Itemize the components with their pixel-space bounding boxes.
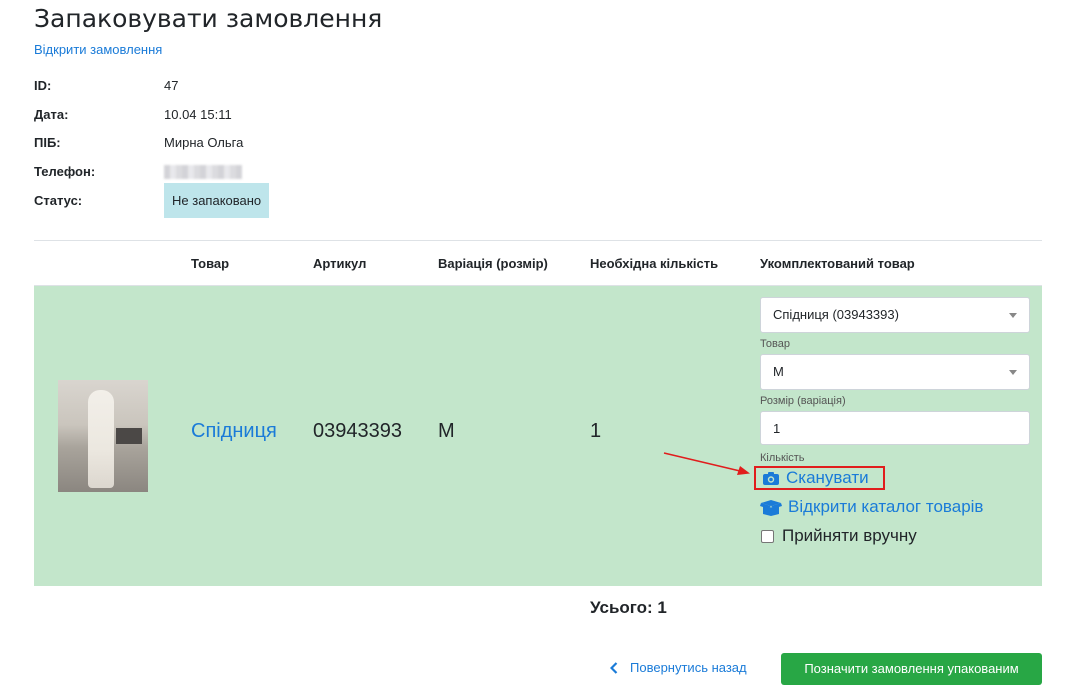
- chevron-left-icon: [610, 661, 618, 674]
- order-items-table: Товар Артикул Варіація (розмір) Необхідн…: [34, 240, 1042, 586]
- status-row: Статус: Не запаковано: [34, 183, 270, 218]
- header-product: Товар: [191, 256, 230, 271]
- variation-value: M: [438, 420, 455, 442]
- caret-down-icon: [1009, 370, 1017, 375]
- sku-value: 03943393: [313, 420, 402, 442]
- table-row: Спідниця 03943393 M 1 Спідниця (03943393…: [34, 286, 1042, 586]
- order-date-value: 10.04 15:11: [164, 107, 232, 122]
- customer-name-row: ПІБ: Мирна Ольга: [34, 135, 243, 150]
- product-name-link[interactable]: Спідниця: [191, 420, 277, 443]
- accept-manually-checkbox[interactable]: [761, 529, 774, 543]
- required-qty-value: 1: [590, 420, 602, 442]
- size-select-value: M: [773, 364, 784, 379]
- back-label: Повернутись назад: [630, 660, 747, 675]
- phone-row: Телефон:: [34, 164, 242, 179]
- header-packed-item: Укомплектований товар: [760, 256, 915, 271]
- total-quantity: Усього: 1: [590, 598, 667, 617]
- product-select-value: Спідниця (03943393): [773, 307, 899, 322]
- open-order-link[interactable]: Відкрити замовлення: [34, 42, 162, 57]
- caret-down-icon: [1009, 313, 1017, 318]
- order-date-label: Дата:: [34, 107, 69, 122]
- customer-name-value: Мирна Ольга: [164, 135, 244, 150]
- order-id-label: ID:: [34, 78, 52, 93]
- header-required-qty: Необхідна кількість: [590, 256, 719, 271]
- product-figure: [88, 390, 114, 488]
- order-id-value: 47: [164, 78, 179, 93]
- accept-manually-label: Прийняти вручну: [782, 526, 917, 545]
- phone-value-redacted: [164, 164, 242, 179]
- product-thumbnail: [58, 380, 148, 492]
- scan-label: Сканувати: [786, 468, 869, 487]
- product-background-chair: [116, 428, 142, 444]
- accept-manually-row[interactable]: Прийняти вручну: [761, 526, 917, 546]
- quantity-input[interactable]: 1: [760, 411, 1030, 445]
- header-sku: Артикул: [313, 256, 367, 271]
- mark-packed-button[interactable]: Позначити замовлення упакованим: [781, 653, 1042, 685]
- order-date-row: Дата: 10.04 15:11: [34, 107, 232, 122]
- size-select-caption: Розмір (варіація): [760, 395, 846, 407]
- camera-icon: [763, 471, 779, 485]
- table-header: Товар Артикул Варіація (розмір) Необхідн…: [34, 241, 1042, 286]
- quantity-caption: Кількість: [760, 452, 805, 464]
- open-catalog-button[interactable]: Відкрити каталог товарів: [760, 497, 983, 517]
- phone-label: Телефон:: [34, 164, 96, 179]
- quantity-input-value: 1: [773, 421, 781, 436]
- customer-name-label: ПІБ:: [34, 135, 61, 150]
- product-select-caption: Товар: [760, 338, 790, 350]
- order-id-row: ID: 47: [34, 78, 178, 93]
- status-badge: Не запаковано: [164, 183, 270, 218]
- scan-button[interactable]: Сканувати: [762, 468, 869, 488]
- status-label: Статус:: [34, 193, 83, 208]
- page-title: Запаковувати замовлення: [34, 4, 383, 33]
- header-variation: Варіація (розмір): [438, 256, 548, 271]
- annotation-arrow: [663, 452, 750, 475]
- back-button[interactable]: Повернутись назад: [610, 660, 747, 675]
- open-catalog-label: Відкрити каталог товарів: [788, 497, 984, 516]
- product-select[interactable]: Спідниця (03943393): [760, 297, 1030, 333]
- box-icon: [760, 499, 782, 516]
- pack-order-page: Запаковувати замовлення Відкрити замовле…: [0, 0, 1079, 695]
- size-select[interactable]: M: [760, 354, 1030, 390]
